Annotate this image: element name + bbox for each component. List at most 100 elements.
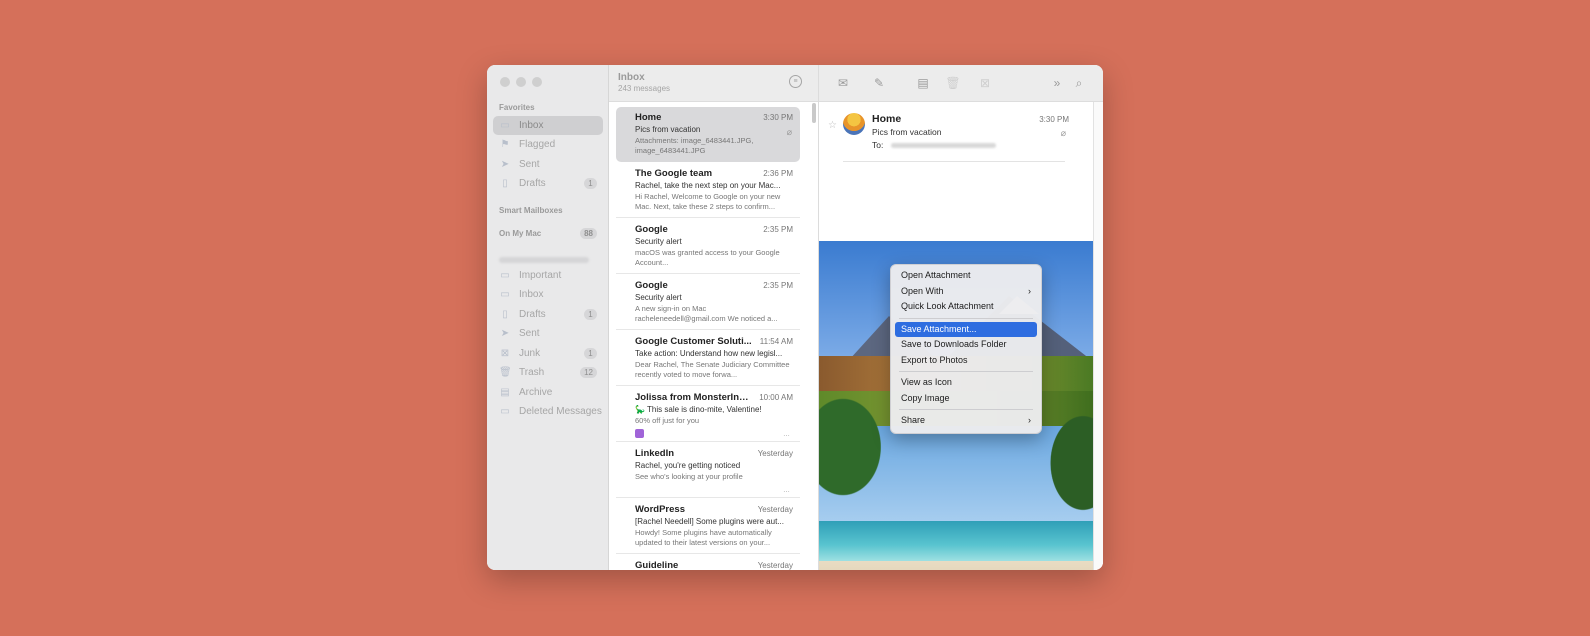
compose-icon[interactable]: ✎ [871, 75, 887, 91]
sidebar-item-on-my-mac[interactable]: On My Mac 88 [493, 224, 603, 243]
sidebar-item-sent[interactable]: ➤ Sent [493, 155, 603, 174]
trash-count-badge: 12 [580, 367, 597, 378]
menu-item-save-attachment[interactable]: Save Attachment... [895, 321, 1037, 337]
reader-subject: Pics from vacation [872, 127, 942, 137]
recipient-blurred [891, 143, 996, 148]
message-time: Yesterday [757, 561, 793, 570]
close-window-button[interactable] [500, 77, 510, 87]
drafts-count-badge: 1 [584, 178, 597, 189]
menu-item-label: Share [901, 415, 926, 425]
message-subject: Pics from vacation [635, 125, 701, 134]
image-beach [819, 561, 1093, 570]
message-time: 2:35 PM [763, 225, 793, 234]
message-preview: Hi Rachel, Welcome to Google on your new… [635, 192, 781, 211]
avatar [843, 113, 865, 135]
toolbar: ✉ ✎ ▤ 🗑 ⊠ » ⌕ [819, 65, 1103, 102]
trash-icon[interactable]: 🗑 [945, 75, 961, 91]
list-item[interactable]: Home 3:30 PM Pics from vacation Attachme… [616, 107, 800, 162]
filter-icon[interactable]: ≡ [789, 75, 802, 88]
smart-mailboxes-header[interactable]: Smart Mailboxes [499, 206, 563, 215]
paperplane-icon: ➤ [500, 158, 510, 170]
menu-separator [899, 317, 1033, 319]
paperplane-icon: ➤ [500, 327, 510, 339]
message-sender: Google [635, 280, 668, 291]
message-subject: [Rachel Needell] Some plugins were aut..… [635, 517, 784, 526]
message-sender: Jolissa from MonsterInsi... [635, 392, 753, 403]
sidebar-item-label: Inbox [519, 289, 544, 300]
sidebar-item-trash[interactable]: 🗑 Trash 12 [493, 363, 603, 382]
folder-icon: ▭ [500, 269, 510, 281]
menu-item-view-as-icon[interactable]: View as Icon [895, 375, 1037, 391]
message-time: 11:54 AM [759, 337, 793, 346]
list-item[interactable]: Google Customer Soluti... 11:54 AM Take … [616, 331, 800, 386]
sidebar-item-label: Inbox [519, 120, 544, 131]
message-sender: Home [635, 112, 662, 123]
list-item[interactable]: Guideline Yesterday [616, 555, 800, 570]
account-name-blurred[interactable] [499, 257, 589, 263]
sidebar-item-archive[interactable]: ▤ Archive [493, 383, 603, 402]
list-item[interactable]: Jolissa from MonsterInsi... 10:00 AM 🦕 T… [616, 387, 800, 442]
message-subject: Security alert [635, 237, 682, 246]
menu-item-share[interactable]: Share › [895, 413, 1037, 429]
archive-icon[interactable]: ▤ [915, 75, 931, 91]
menu-item-save-to-downloads[interactable]: Save to Downloads Folder [895, 337, 1037, 353]
message-preview: See who's looking at your profile [635, 472, 743, 481]
sidebar-item-label: Drafts [519, 178, 546, 189]
header-divider [843, 161, 1065, 162]
search-icon[interactable]: ⌕ [1071, 75, 1087, 91]
message-list: Inbox 243 messages ≡ Home 3:30 PM Pics f… [609, 65, 819, 570]
inbox-icon: ▭ [500, 288, 510, 300]
sidebar-item-label: Trash [519, 367, 545, 378]
more-icon: … [783, 487, 790, 494]
menu-separator [899, 371, 1033, 372]
sidebar-item-sent-account[interactable]: ➤ Sent [493, 324, 603, 343]
sidebar-item-junk[interactable]: ⊠ Junk 1 [493, 344, 603, 363]
star-icon[interactable]: ☆ [828, 120, 837, 131]
message-time: Yesterday [757, 449, 793, 458]
reader-scrollbar[interactable] [1093, 102, 1103, 570]
message-time: Yesterday [757, 505, 793, 514]
message-count: 243 messages [618, 84, 671, 93]
list-item[interactable]: WordPress Yesterday [Rachel Needell] Som… [616, 499, 800, 554]
message-time: 3:30 PM [763, 113, 793, 122]
list-scrollbar[interactable] [812, 103, 816, 123]
flag-icon: ⚑ [500, 138, 510, 150]
menu-item-open-attachment[interactable]: Open Attachment [895, 268, 1037, 284]
chevron-right-icon: › [1028, 415, 1031, 425]
junk-icon[interactable]: ⊠ [977, 75, 993, 91]
sidebar-item-deleted-messages[interactable]: ▭ Deleted Messages [493, 402, 603, 421]
minimize-window-button[interactable] [516, 77, 526, 87]
message-list-header: Inbox 243 messages ≡ [609, 65, 818, 102]
menu-separator [899, 409, 1033, 410]
paperclip-icon: ⌀ [786, 127, 792, 137]
sidebar-item-important[interactable]: ▭ Important [493, 266, 603, 285]
menu-item-quick-look[interactable]: Quick Look Attachment [895, 299, 1037, 315]
list-item[interactable]: LinkedIn Yesterday Rachel, you're gettin… [616, 443, 800, 498]
sidebar-item-drafts[interactable]: ▯ Drafts 1 [493, 174, 603, 193]
message-subject: Take action: Understand how new legisl..… [635, 349, 783, 358]
menu-item-export-to-photos[interactable]: Export to Photos [895, 353, 1037, 369]
list-item[interactable]: The Google team 2:36 PM Rachel, take the… [616, 163, 800, 218]
sidebar-item-inbox[interactable]: ▭ Inbox [493, 116, 603, 135]
menu-item-label: Open With [901, 285, 944, 296]
message-preview: Dear Rachel, The Senate Judiciary Commit… [635, 360, 790, 379]
list-item[interactable]: Google 2:35 PM Security alert A new sign… [616, 275, 800, 330]
menu-item-open-with[interactable]: Open With › [895, 284, 1037, 300]
sidebar-item-flagged[interactable]: ⚑ Flagged [493, 135, 603, 154]
message-subject: Security alert [635, 293, 682, 302]
sidebar-item-label: Drafts [519, 309, 546, 320]
sidebar-item-label: Important [519, 270, 562, 281]
chevron-right-icon: › [1028, 285, 1031, 296]
inbox-icon: ▭ [500, 119, 510, 131]
message-sender: LinkedIn [635, 448, 675, 459]
sidebar-item-inbox-account[interactable]: ▭ Inbox [493, 285, 603, 304]
sidebar-item-label: Sent [519, 159, 540, 170]
sidebar-item-label: Archive [519, 387, 553, 398]
more-toolbar-icon[interactable]: » [1049, 75, 1065, 91]
sidebar-item-drafts-account[interactable]: ▯ Drafts 1 [493, 305, 603, 324]
zoom-window-button[interactable] [532, 77, 542, 87]
get-mail-icon[interactable]: ✉ [835, 75, 851, 91]
list-item[interactable]: Google 2:35 PM Security alert macOS was … [616, 219, 800, 274]
menu-item-copy-image[interactable]: Copy Image [895, 391, 1037, 407]
message-preview: A new sign-in on Mac racheleneedell@gmai… [635, 304, 778, 323]
